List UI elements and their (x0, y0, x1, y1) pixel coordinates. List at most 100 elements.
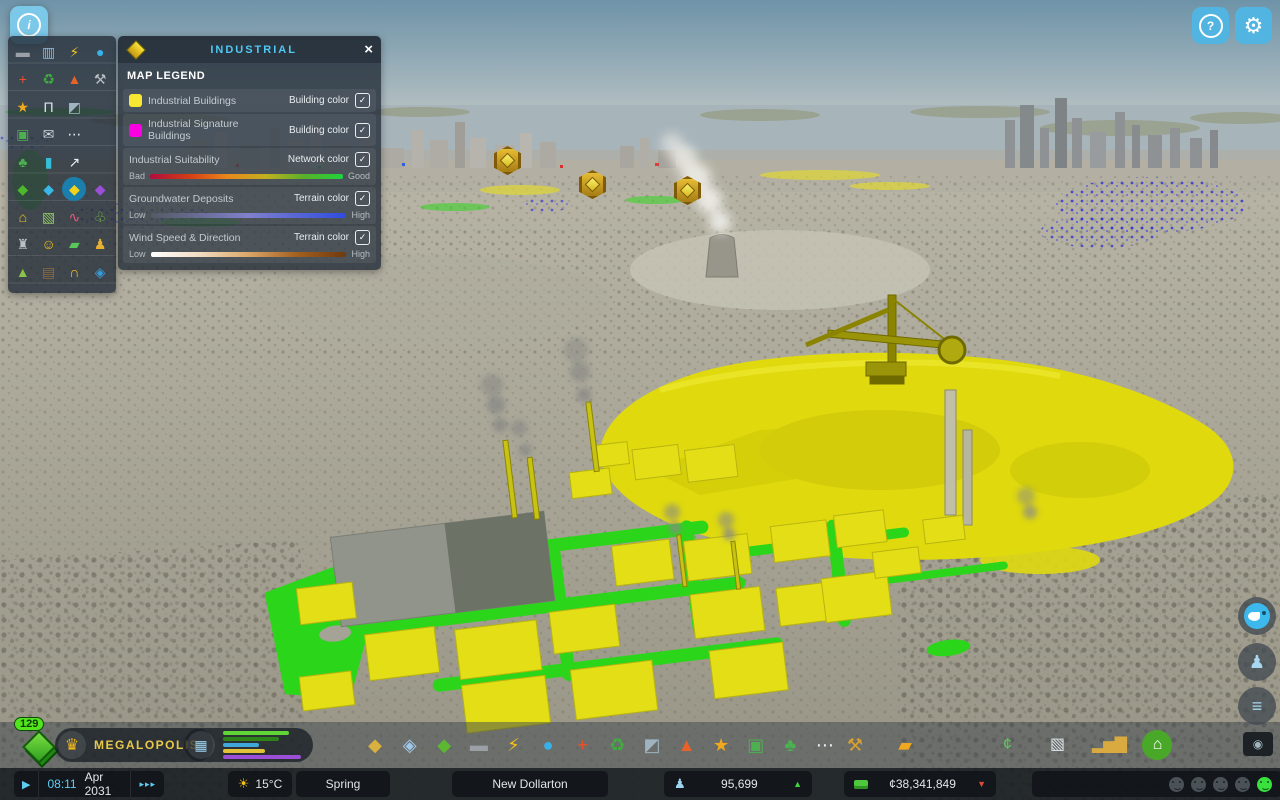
tool-terraforming[interactable]: ⚒ (840, 730, 870, 760)
progression-map-button[interactable] (22, 730, 54, 762)
infoview-industrial[interactable]: ◆ (62, 177, 86, 201)
tool-areas[interactable]: ◆ (429, 730, 459, 760)
tool-progression[interactable]: ⌂ (1142, 730, 1172, 760)
infoview-post[interactable]: ✉ (37, 122, 61, 146)
chirper-button[interactable] (1238, 597, 1276, 635)
infoview-land-value[interactable]: ⌂ (11, 205, 35, 229)
happiness-level-5 (1257, 777, 1272, 792)
legend-checkbox[interactable]: ✓ (355, 191, 370, 206)
tool-water-sewage[interactable]: ● (533, 730, 563, 760)
infoview-police[interactable]: ★ (11, 95, 35, 119)
tool-bulldozer[interactable]: ▰ (890, 730, 920, 760)
gradient-bar (151, 252, 347, 257)
settings-button[interactable]: ⚙ (1235, 7, 1272, 44)
gradient-min-label: Low (129, 249, 146, 259)
temperature-widget[interactable]: ☀ 15°C (228, 771, 292, 797)
followed-citizen-button[interactable]: ♟ (1238, 643, 1276, 681)
tool-signature-buildings[interactable]: ◈ (395, 730, 425, 760)
legend-checkbox[interactable]: ✓ (355, 152, 370, 167)
tool-healthcare[interactable]: + (568, 730, 598, 760)
infoview-landmarks[interactable]: ♜ (11, 232, 35, 256)
play-button[interactable]: ▶ (14, 771, 38, 797)
tool-garbage[interactable]: ♻ (602, 730, 632, 760)
infoview-maintenance[interactable]: ⚒ (88, 67, 112, 91)
tool-economy[interactable]: ¢ (992, 730, 1022, 760)
infoview-office[interactable]: ◆ (88, 177, 112, 201)
infoview-parks[interactable]: ♣ (11, 150, 35, 174)
tool-transportation[interactable]: ▣ (741, 730, 771, 760)
tool-parks-recreation[interactable]: ♣ (775, 730, 805, 760)
infoview-natural-resources[interactable]: ▧ (37, 205, 61, 229)
infoview-education[interactable]: ◩ (62, 95, 86, 119)
infoview-economy[interactable]: ▰ (62, 232, 86, 256)
legend-row-label: Industrial Suitability (129, 154, 282, 166)
game-date: Apr 2031 (85, 770, 123, 798)
help-button[interactable]: ? (1192, 7, 1229, 44)
infoview-item[interactable] (88, 150, 112, 174)
tool-communications[interactable]: ⋯ (810, 730, 840, 760)
infoview-administration[interactable]: Π (37, 95, 61, 119)
infoview-roads[interactable]: ▬ (11, 40, 35, 64)
infoview-routes[interactable]: ↗ (62, 150, 86, 174)
infoview-workplaces[interactable]: ♟ (88, 232, 112, 256)
legend-section-title: MAP LEGEND (118, 63, 381, 87)
infoview-transportation[interactable]: ▣ (11, 122, 35, 146)
infoview-noise[interactable]: ∩ (62, 260, 86, 284)
gradient-min-label: Bad (129, 171, 145, 181)
money-icon (854, 780, 868, 789)
gradient-max-label: Good (348, 171, 370, 181)
infoview-water-features[interactable]: ◈ (88, 260, 112, 284)
chirper-bird-icon (1244, 603, 1270, 629)
infoview-telecom[interactable]: ⋯ (62, 122, 86, 146)
tool-electricity[interactable]: ⚡ (498, 730, 528, 760)
infoview-happiness[interactable]: ☺ (37, 232, 61, 256)
demand-widget[interactable]: ▦ (184, 728, 313, 762)
trophy-icon: ♛ (58, 731, 86, 759)
infoview-sidebar: ▬ ▥ ⚡ ● + ♻ ▲ ⚒ ★ Π ◩ ▣ ✉ ⋯ ♣ ▮ ↗ ◆ ◆ ◆ (8, 36, 116, 293)
infoview-commercial[interactable]: ◆ (37, 177, 61, 201)
infoview-garbage[interactable]: ♻ (37, 67, 61, 91)
infoview-tourism[interactable]: ▮ (37, 150, 61, 174)
happiness-widget[interactable] (1032, 771, 1280, 797)
infoview-greenery[interactable]: ♧ (88, 205, 112, 229)
close-icon[interactable]: × (364, 42, 373, 57)
tool-statistics[interactable]: ▂▅▇ (1092, 730, 1122, 760)
season-label: Spring (326, 777, 361, 791)
infoview-healthcare[interactable]: + (11, 67, 35, 91)
infoview-residential[interactable]: ◆ (11, 177, 35, 201)
tool-education[interactable]: ◩ (637, 730, 667, 760)
tool-fire-rescue[interactable]: ▲ (671, 730, 701, 760)
photo-mode-button[interactable]: ◉ (1243, 732, 1273, 756)
fast-forward-button[interactable]: ▸▸▸ (130, 771, 164, 797)
tool-roads[interactable]: ▬ (464, 730, 494, 760)
industrial-diamond-icon (500, 153, 516, 169)
map-legend-panel: INDUSTRIAL × MAP LEGEND Industrial Build… (118, 36, 381, 270)
legend-checkbox[interactable]: ✓ (355, 123, 370, 138)
demand-bar-5 (223, 755, 301, 759)
city-demand-icon: ▦ (187, 731, 215, 759)
population-trend-icon: ▲ (793, 779, 802, 789)
infoview-statistics[interactable]: ∿ (62, 205, 86, 229)
population-widget[interactable]: ♟ 95,699 ▲ (664, 771, 812, 797)
infoview-item[interactable] (88, 122, 112, 146)
tool-police[interactable]: ★ (706, 730, 736, 760)
tool-city-information[interactable]: ▧ (1042, 730, 1072, 760)
infoview-water-sewage[interactable]: ● (88, 40, 112, 64)
legend-row-type: Terrain color (294, 232, 349, 243)
city-name-widget[interactable]: New Dollarton (452, 771, 608, 797)
legend-wind-speed-direction: Wind Speed & Direction Terrain color ✓ L… (123, 226, 376, 263)
infoview-buildings[interactable]: ▥ (37, 40, 61, 64)
legend-checkbox[interactable]: ✓ (355, 230, 370, 245)
journal-button[interactable]: ≡ (1238, 687, 1276, 725)
legend-checkbox[interactable]: ✓ (355, 93, 370, 108)
money-widget[interactable]: ¢38,341,849 ▼ (844, 771, 996, 797)
tool-zones[interactable]: ◆ (360, 730, 390, 760)
infoview-electricity[interactable]: ⚡ (62, 40, 86, 64)
legend-industrial-signature-buildings: Industrial Signature Buildings Building … (123, 114, 376, 146)
infoview-item[interactable] (88, 95, 112, 119)
infoview-fire-rescue[interactable]: ▲ (62, 67, 86, 91)
infoview-terrain[interactable]: ▲ (11, 260, 35, 284)
gradient-bar (150, 174, 343, 179)
infoview-soil[interactable]: ▤ (37, 260, 61, 284)
money-value: ¢38,341,849 (889, 777, 956, 791)
